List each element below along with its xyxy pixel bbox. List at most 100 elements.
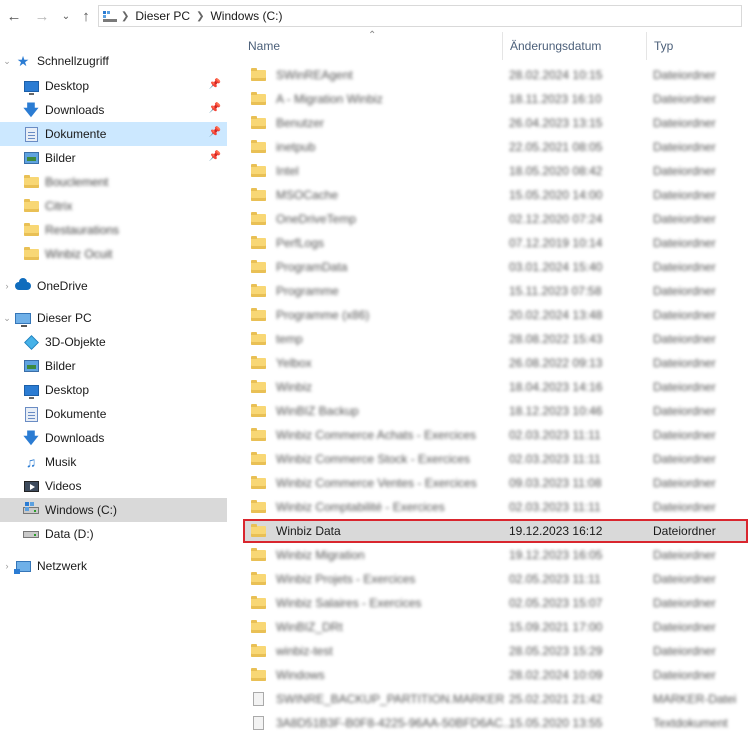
- sidebar-item-documents[interactable]: Dokumente 📌: [0, 122, 227, 146]
- folder-icon: [22, 246, 40, 262]
- table-row[interactable]: Winbiz 18.04.2023 14:16 Dateiordner: [244, 376, 747, 398]
- file-name: PerfLogs: [276, 236, 325, 250]
- table-row[interactable]: PerfLogs 07.12.2019 10:14 Dateiordner: [244, 232, 747, 254]
- documents-icon: [22, 126, 40, 142]
- chevron-right-icon[interactable]: ›: [0, 281, 14, 291]
- sidebar-item-3d-objects[interactable]: 3D-Objekte: [0, 330, 227, 354]
- sidebar-item-data-d[interactable]: Data (D:): [0, 522, 227, 546]
- star-icon: ★: [16, 53, 30, 69]
- file-name: ProgramData: [276, 260, 348, 274]
- column-header-name[interactable]: ⌃ Name: [241, 30, 503, 60]
- table-row[interactable]: Winbiz Migration 19.12.2023 16:05 Dateiord…: [244, 544, 747, 566]
- breadcrumb-dieser-pc[interactable]: Dieser PC: [135, 9, 190, 23]
- chevron-down-icon[interactable]: ⌄: [0, 56, 14, 67]
- file-date: 28.02.2024 10:09: [509, 668, 603, 682]
- sidebar-item-music[interactable]: ♫ Musik: [0, 450, 227, 474]
- address-bar[interactable]: ❯ Dieser PC ❯ Windows (C:): [98, 5, 742, 27]
- table-row[interactable]: OneDriveTemp 02.12.2020 07:24 Dateiordner: [244, 208, 747, 230]
- file-date: 02.03.2023 11:11: [509, 452, 601, 466]
- chevron-right-icon[interactable]: ›: [0, 561, 14, 571]
- sidebar-item-folder[interactable]: Citrix: [0, 194, 227, 218]
- file-name: Winbiz Migration: [276, 548, 365, 562]
- file-type: Dateiordner: [653, 572, 716, 586]
- sidebar-item-label: Netzwerk: [37, 559, 88, 573]
- folder-icon: [250, 595, 266, 609]
- table-row[interactable]: inetpub 22.05.2021 08:05 Dateiordner: [244, 136, 747, 158]
- sidebar-item-label: Winbiz Ocuit: [45, 247, 113, 261]
- file-icon: [250, 692, 266, 706]
- table-row[interactable]: Programme (x86) 20.02.2024 13:48 Dateiordn…: [244, 304, 747, 326]
- sidebar-item-label: OneDrive: [37, 279, 88, 293]
- computer-icon: [14, 310, 32, 327]
- sidebar-item-folder[interactable]: Restaurations: [0, 218, 227, 242]
- column-header-date[interactable]: Änderungsdatum: [502, 32, 646, 60]
- navigation-pane: ⌄ ★ Schnellzugriff Desktop 📌 🡇 Downloads…: [0, 40, 232, 665]
- sidebar-item-pictures[interactable]: Bilder 📌: [0, 146, 227, 170]
- table-row[interactable]: Benutzer 26.04.2023 13:15 Dateiordner: [244, 112, 747, 134]
- network-icon: [13, 558, 32, 574]
- sidebar-item-videos[interactable]: Videos: [0, 474, 227, 498]
- sidebar-item-onedrive[interactable]: › OneDrive: [0, 274, 227, 298]
- sidebar-item-label: Bilder: [45, 151, 76, 165]
- breadcrumb-windows-c[interactable]: Windows (C:): [210, 9, 282, 23]
- table-row[interactable]: Winbiz Commerce Stock - Exercices 02.03.2…: [244, 448, 747, 470]
- table-row[interactable]: ProgramData 03.01.2024 15:40 Dateiordner: [244, 256, 747, 278]
- sidebar-item-this-pc[interactable]: ⌄ Dieser PC: [0, 306, 227, 330]
- table-row[interactable]: Yelbox 26.08.2022 09:13 Dateiordner: [244, 352, 747, 374]
- table-row[interactable]: temp 28.08.2022 15:43 Dateiordner: [244, 328, 747, 350]
- file-type: Dateiordner: [653, 188, 716, 202]
- sidebar-item-folder[interactable]: Bouclement: [0, 170, 227, 194]
- sidebar-item-documents[interactable]: Dokumente: [0, 402, 227, 426]
- up-arrow-icon[interactable]: ↑: [76, 6, 96, 26]
- file-type: Dateiordner: [653, 92, 716, 106]
- sidebar-item-quick-access[interactable]: ⌄ ★ Schnellzugriff: [0, 49, 227, 73]
- table-row[interactable]: Winbiz Comptabilité - Exercices 02.03.202…: [244, 496, 747, 518]
- sidebar-item-desktop[interactable]: Desktop 📌: [0, 74, 227, 98]
- folder-icon: [250, 571, 266, 585]
- sidebar-item-label: Data (D:): [45, 527, 94, 541]
- table-row[interactable]: winbiz-test 28.05.2023 15:29 Dateiordner: [244, 640, 747, 662]
- table-row[interactable]: WinBIZ_DRt 15.09.2021 17:00 Dateiordner: [244, 616, 747, 638]
- table-row[interactable]: A - Migration Winbiz 18.11.2023 16:10 Date…: [244, 88, 747, 110]
- file-date: 07.12.2019 10:14: [509, 236, 603, 250]
- table-row[interactable]: Winbiz Commerce Ventes - Exercices 09.03.…: [244, 472, 747, 494]
- table-row[interactable]: Intel 18.05.2020 08:42 Dateiordner: [244, 160, 747, 182]
- table-row[interactable]: Winbiz Projets - Exercices 02.05.2023 11:…: [244, 568, 747, 590]
- column-header-label: Name: [248, 39, 281, 53]
- column-header-type[interactable]: Typ: [646, 32, 748, 60]
- table-row[interactable]: SWinREAgent 28.02.2024 10:15 Dateiordner: [244, 64, 747, 86]
- sidebar-item-downloads[interactable]: 🡇 Downloads 📌: [0, 98, 227, 122]
- table-row[interactable]: Winbiz Data 19.12.2023 16:12 Dateiordner: [243, 519, 748, 543]
- table-row[interactable]: Winbiz Commerce Achats - Exercices 02.03.…: [244, 424, 747, 446]
- file-list: ⌃ Name Änderungsdatum Typ SWinREAgent 28.…: [241, 30, 748, 730]
- table-row[interactable]: SWINRE_BACKUP_PARTITION.MARKER 25.02.2021…: [244, 688, 747, 710]
- sidebar-item-label: Downloads: [45, 103, 105, 117]
- chevron-down-icon[interactable]: ⌄: [56, 6, 76, 26]
- desktop-icon: [22, 382, 40, 399]
- back-arrow-icon[interactable]: ←: [4, 6, 24, 26]
- music-icon: ♫: [25, 454, 37, 470]
- column-header-label: Änderungsdatum: [510, 39, 602, 53]
- forward-arrow-icon[interactable]: →: [32, 6, 52, 26]
- pin-icon: 📌: [208, 127, 221, 138]
- table-row[interactable]: Windows 28.02.2024 10:09 Dateiordner: [244, 664, 747, 686]
- table-row[interactable]: WinBIZ Backup 18.12.2023 10:46 Dateiordner: [244, 400, 747, 422]
- file-type: Dateiordner: [653, 308, 716, 322]
- sidebar-item-desktop[interactable]: Desktop: [0, 378, 227, 402]
- table-row[interactable]: MSOCache 15.05.2020 14:00 Dateiordner: [244, 184, 747, 206]
- table-row[interactable]: 3A8D51B3F-B0F8-4225-96AA-50BFD6AC... 15.0…: [244, 712, 747, 734]
- file-name: Winbiz Data: [276, 524, 341, 538]
- sidebar-item-windows-c[interactable]: Windows (C:): [0, 498, 227, 522]
- file-date: 02.03.2023 11:11: [509, 500, 601, 514]
- sidebar-item-label: Downloads: [45, 431, 105, 445]
- table-row[interactable]: Winbiz Salaires - Exercices 02.05.2023 15…: [244, 592, 747, 614]
- sidebar-item-pictures[interactable]: Bilder: [0, 354, 227, 378]
- sidebar-item-network[interactable]: › Netzwerk: [0, 554, 227, 578]
- chevron-down-icon[interactable]: ⌄: [0, 313, 14, 324]
- sidebar-item-folder[interactable]: Winbiz Ocuit: [0, 242, 227, 266]
- sidebar-item-downloads[interactable]: 🡇 Downloads: [0, 426, 227, 450]
- file-name: OneDriveTemp: [276, 212, 357, 226]
- folder-icon: [250, 619, 266, 633]
- folder-icon: [250, 475, 266, 489]
- table-row[interactable]: Programme 15.11.2023 07:58 Dateiordner: [244, 280, 747, 302]
